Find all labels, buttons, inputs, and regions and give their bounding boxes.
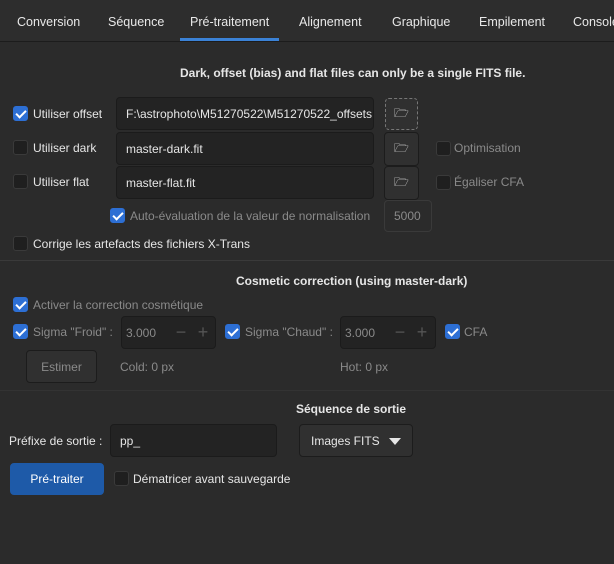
- equalize-cfa-label: Égaliser CFA: [454, 175, 525, 189]
- output-format-value: Images FITS: [311, 433, 380, 448]
- hot-sigma-checkbox[interactable]: [225, 324, 240, 339]
- plus-icon[interactable]: +: [192, 322, 214, 343]
- hot-sigma-value[interactable]: 3.000: [341, 326, 389, 340]
- auto-norm-label: Auto-évaluation de la valeur de normalis…: [130, 209, 371, 223]
- cosmetic-enable-label: Activer la correction cosmétique: [33, 298, 204, 312]
- folder-open-icon: 🗁: [394, 140, 409, 155]
- divider: [0, 260, 614, 261]
- tab-graphique[interactable]: Graphique: [392, 15, 450, 29]
- minus-icon[interactable]: −: [170, 322, 192, 343]
- cosmetic-heading: Cosmetic correction (using master-dark): [236, 274, 468, 288]
- tab-sequence[interactable]: Séquence: [108, 15, 164, 29]
- cold-sigma-label: Sigma "Froid" :: [33, 325, 113, 339]
- tab-empilement[interactable]: Empilement: [479, 15, 545, 29]
- hot-sigma-spinner[interactable]: 3.000 − +: [340, 316, 436, 349]
- plus-icon[interactable]: +: [411, 322, 433, 343]
- folder-open-icon: 🗁: [394, 105, 409, 120]
- estimate-button[interactable]: Estimer: [26, 350, 97, 383]
- optimisation-label: Optimisation: [454, 141, 521, 155]
- flat-label: Utiliser flat: [33, 175, 90, 189]
- xtrans-checkbox[interactable]: [13, 236, 28, 251]
- tab-alignement[interactable]: Alignement: [299, 15, 362, 29]
- folder-open-icon: 🗁: [394, 174, 409, 189]
- output-heading: Séquence de sortie: [296, 402, 407, 416]
- dark-checkbox[interactable]: [13, 140, 28, 155]
- auto-norm-checkbox[interactable]: [110, 208, 125, 223]
- cold-sigma-value[interactable]: 3.000: [122, 326, 170, 340]
- offset-browse-button[interactable]: 🗁: [385, 98, 418, 130]
- tab-bar: Conversion Séquence Pré-traitement Align…: [0, 0, 614, 42]
- output-format-dropdown[interactable]: Images FITS: [299, 424, 413, 457]
- dark-label: Utiliser dark: [33, 141, 97, 155]
- tab-console[interactable]: Console: [573, 15, 614, 29]
- chevron-down-icon: [389, 438, 401, 445]
- preprocess-button[interactable]: Pré-traiter: [10, 463, 104, 495]
- offset-label: Utiliser offset: [33, 107, 103, 121]
- debayer-checkbox[interactable]: [114, 471, 129, 486]
- divider: [0, 390, 614, 391]
- cfa-checkbox[interactable]: [445, 324, 460, 339]
- xtrans-label: Corrige les artefacts des fichiers X-Tra…: [33, 237, 250, 251]
- flat-browse-button[interactable]: 🗁: [384, 166, 419, 200]
- cosmetic-enable-checkbox[interactable]: [13, 297, 28, 312]
- hot-sigma-label: Sigma "Chaud" :: [245, 325, 333, 339]
- minus-icon[interactable]: −: [389, 322, 411, 343]
- norm-value-input[interactable]: 5000: [384, 200, 432, 232]
- masters-heading: Dark, offset (bias) and flat files can o…: [180, 66, 526, 80]
- debayer-label: Dématricer avant sauvegarde: [133, 472, 291, 486]
- dark-browse-button[interactable]: 🗁: [384, 132, 419, 166]
- equalize-cfa-checkbox[interactable]: [436, 175, 451, 190]
- hot-result: Hot: 0 px: [340, 360, 389, 374]
- flat-file-input[interactable]: master-flat.fit: [116, 166, 374, 199]
- cold-sigma-checkbox[interactable]: [13, 324, 28, 339]
- prefix-label: Préfixe de sortie :: [9, 434, 103, 448]
- prefix-input[interactable]: pp_: [110, 424, 277, 457]
- dark-file-input[interactable]: master-dark.fit: [116, 132, 374, 165]
- cfa-label: CFA: [464, 325, 488, 339]
- offset-checkbox[interactable]: [13, 106, 28, 121]
- cold-sigma-spinner[interactable]: 3.000 − +: [121, 316, 216, 349]
- tab-pretraitement[interactable]: Pré-traitement: [180, 15, 280, 41]
- cold-result: Cold: 0 px: [120, 360, 175, 374]
- offset-file-input[interactable]: F:\astrophoto\M51270522\M51270522_offset…: [116, 97, 374, 130]
- optimisation-checkbox[interactable]: [436, 141, 451, 156]
- tab-conversion[interactable]: Conversion: [17, 15, 80, 29]
- flat-checkbox[interactable]: [13, 174, 28, 189]
